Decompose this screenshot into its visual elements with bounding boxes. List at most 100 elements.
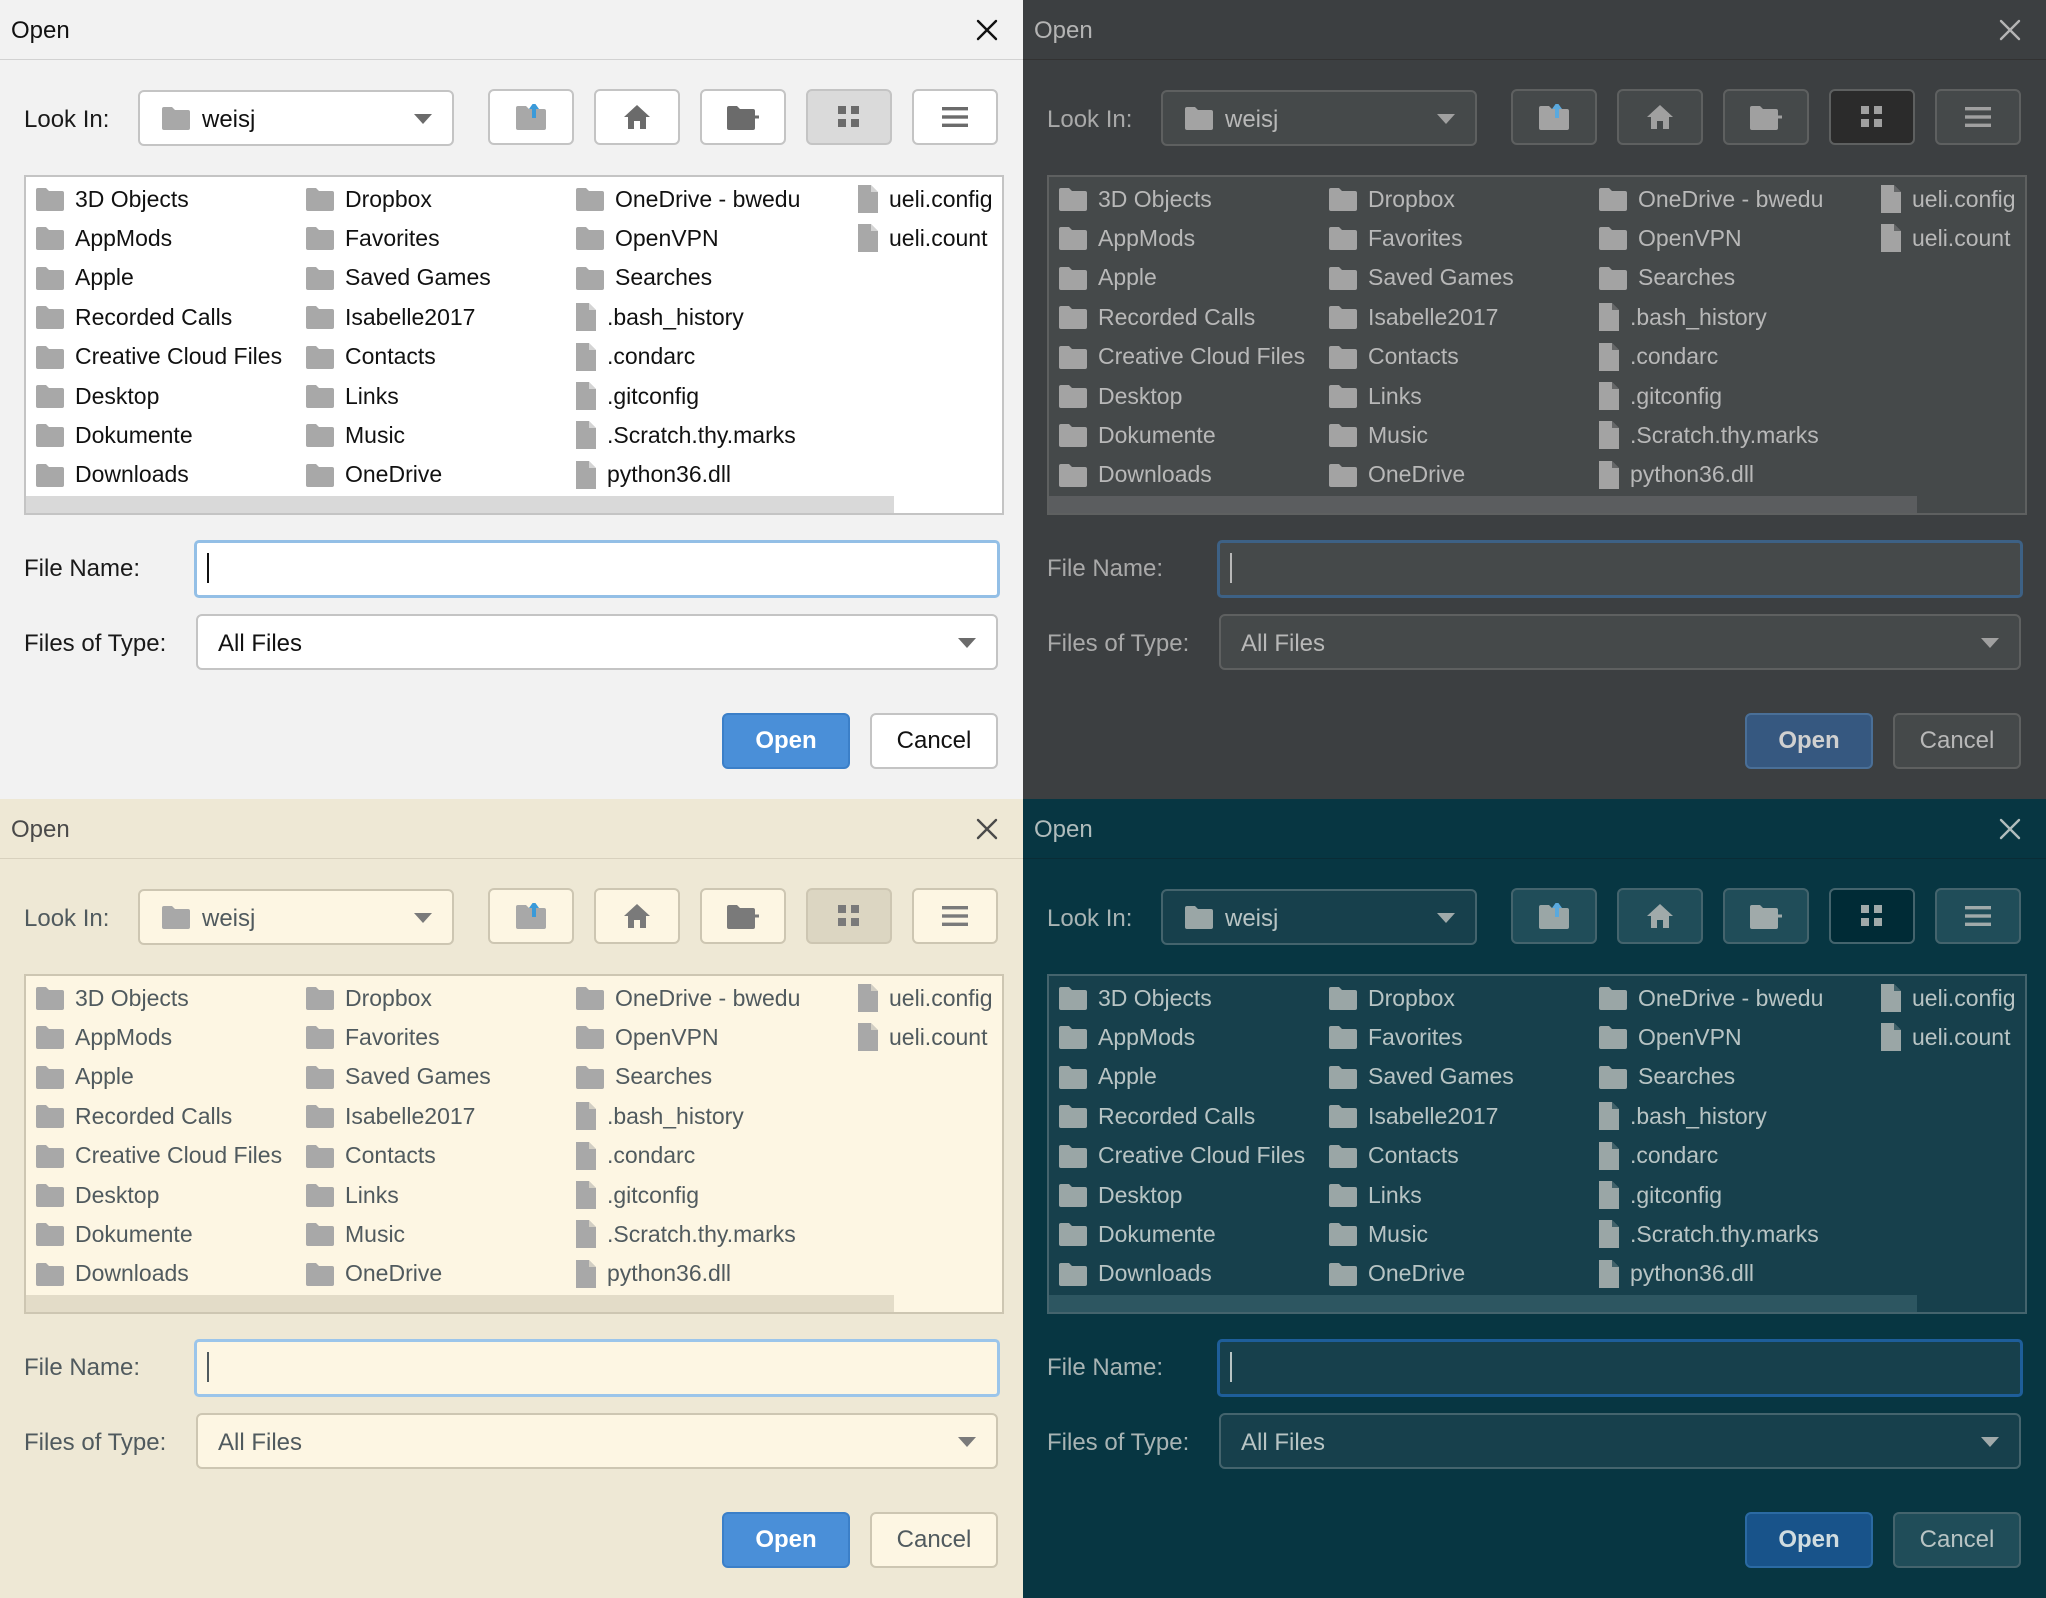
file-item[interactable]: .condarc [576,337,695,377]
folder-item[interactable]: Searches [1599,1057,1735,1097]
create-new-folder-button[interactable] [1723,888,1809,944]
folder-item[interactable]: Favorites [1329,218,1463,258]
file-item[interactable]: .Scratch.thy.marks [576,415,796,455]
folder-item[interactable]: Favorites [306,1017,440,1057]
folder-item[interactable]: OneDrive [306,455,442,495]
folder-item[interactable]: OneDrive - bwedu [576,978,800,1018]
horizontal-scrollbar[interactable] [26,1295,894,1312]
file-item[interactable]: .gitconfig [576,376,699,416]
folder-item[interactable]: Saved Games [1329,258,1514,298]
open-button[interactable]: Open [1745,1512,1873,1568]
folder-item[interactable]: OneDrive [1329,1254,1465,1294]
details-view-toggle[interactable] [1935,888,2021,944]
close-button[interactable] [1996,815,2024,843]
file-item[interactable]: .gitconfig [576,1175,699,1215]
file-item[interactable]: ueli.config [1881,978,2016,1018]
folder-item[interactable]: Isabelle2017 [306,297,475,337]
folder-item[interactable]: Links [1329,1175,1422,1215]
folder-item[interactable]: Links [1329,376,1422,416]
file-item[interactable]: ueli.config [858,978,993,1018]
folder-item[interactable]: Isabelle2017 [1329,297,1498,337]
folder-item[interactable]: Dropbox [1329,978,1455,1018]
folder-item[interactable]: 3D Objects [1059,978,1212,1018]
files-of-type-combo[interactable]: All Files [196,1413,998,1469]
folder-item[interactable]: Downloads [1059,455,1212,495]
home-button[interactable] [1617,89,1703,145]
folder-item[interactable]: AppMods [1059,1017,1195,1057]
files-of-type-combo[interactable]: All Files [1219,614,2021,670]
folder-item[interactable]: Links [306,1175,399,1215]
close-button[interactable] [973,16,1001,44]
details-view-toggle[interactable] [912,89,998,145]
folder-item[interactable]: Dropbox [306,179,432,219]
folder-item[interactable]: Recorded Calls [1059,297,1255,337]
folder-item[interactable]: Links [306,376,399,416]
file-item[interactable]: ueli.count [1881,218,2010,258]
file-item[interactable]: ueli.config [1881,179,2016,219]
file-item[interactable]: .gitconfig [1599,1175,1722,1215]
files-of-type-combo[interactable]: All Files [196,614,998,670]
look-in-combo[interactable]: weisj [138,889,454,945]
folder-item[interactable]: Music [1329,415,1428,455]
file-name-input[interactable] [194,1339,1000,1397]
file-item[interactable]: .Scratch.thy.marks [1599,415,1819,455]
file-name-input[interactable] [1217,1339,2023,1397]
folder-item[interactable]: Desktop [36,376,159,416]
folder-item[interactable]: Favorites [306,218,440,258]
folder-item[interactable]: Contacts [306,337,436,377]
list-view-toggle[interactable] [806,89,892,145]
folder-item[interactable]: Creative Cloud Files [1059,337,1305,377]
list-view-toggle[interactable] [1829,888,1915,944]
up-one-level-button[interactable] [1511,89,1597,145]
up-one-level-button[interactable] [1511,888,1597,944]
horizontal-scrollbar[interactable] [26,496,894,513]
look-in-combo[interactable]: weisj [1161,889,1477,945]
file-list[interactable]: 3D Objects AppMods Apple Recorded Calls Crea… [1047,175,2027,515]
folder-item[interactable]: Creative Cloud Files [36,1136,282,1176]
folder-item[interactable]: Contacts [1329,337,1459,377]
folder-item[interactable]: Saved Games [306,1057,491,1097]
folder-item[interactable]: Apple [36,1057,134,1097]
folder-item[interactable]: Desktop [1059,1175,1182,1215]
close-button[interactable] [1996,16,2024,44]
folder-item[interactable]: Recorded Calls [1059,1096,1255,1136]
up-one-level-button[interactable] [488,89,574,145]
folder-item[interactable]: Dokumente [1059,1214,1216,1254]
open-button[interactable]: Open [722,713,850,769]
folder-item[interactable]: OpenVPN [1599,218,1742,258]
folder-item[interactable]: 3D Objects [36,179,189,219]
file-item[interactable]: python36.dll [1599,1254,1754,1294]
file-list[interactable]: 3D Objects AppMods Apple Recorded Calls Crea… [24,175,1004,515]
file-item[interactable]: .bash_history [1599,297,1767,337]
folder-item[interactable]: 3D Objects [1059,179,1212,219]
file-item[interactable]: ueli.config [858,179,993,219]
folder-item[interactable]: Creative Cloud Files [36,337,282,377]
cancel-button[interactable]: Cancel [870,713,998,769]
folder-item[interactable]: Dokumente [1059,415,1216,455]
file-item[interactable]: .condarc [1599,1136,1718,1176]
folder-item[interactable]: Contacts [306,1136,436,1176]
up-one-level-button[interactable] [488,888,574,944]
folder-item[interactable]: Downloads [36,1254,189,1294]
folder-item[interactable]: Apple [1059,1057,1157,1097]
folder-item[interactable]: 3D Objects [36,978,189,1018]
file-item[interactable]: .condarc [576,1136,695,1176]
open-button[interactable]: Open [1745,713,1873,769]
file-item[interactable]: ueli.count [1881,1017,2010,1057]
file-item[interactable]: .gitconfig [1599,376,1722,416]
create-new-folder-button[interactable] [1723,89,1809,145]
horizontal-scrollbar[interactable] [1049,1295,1917,1312]
folder-item[interactable]: Downloads [1059,1254,1212,1294]
folder-item[interactable]: Recorded Calls [36,1096,232,1136]
folder-item[interactable]: Isabelle2017 [1329,1096,1498,1136]
folder-item[interactable]: Music [306,1214,405,1254]
file-item[interactable]: .Scratch.thy.marks [576,1214,796,1254]
file-item[interactable]: .bash_history [576,297,744,337]
file-item[interactable]: .bash_history [1599,1096,1767,1136]
folder-item[interactable]: Contacts [1329,1136,1459,1176]
folder-item[interactable]: OneDrive - bwedu [576,179,800,219]
folder-item[interactable]: OpenVPN [576,1017,719,1057]
folder-item[interactable]: Dropbox [306,978,432,1018]
horizontal-scrollbar[interactable] [1049,496,1917,513]
folder-item[interactable]: Dropbox [1329,179,1455,219]
